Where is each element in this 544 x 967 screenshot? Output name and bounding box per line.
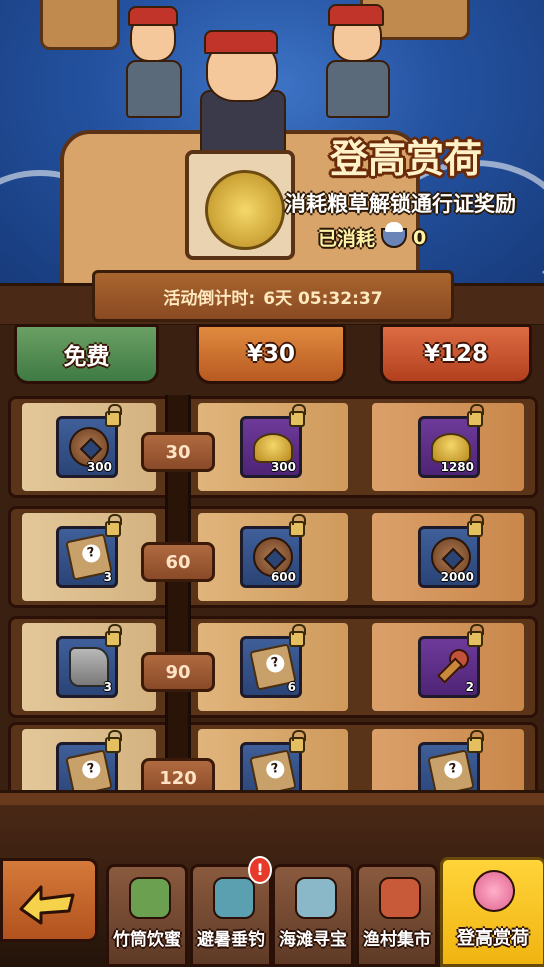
dragon-emblem-icon xyxy=(205,170,285,250)
lotus-icon xyxy=(473,870,515,912)
reward-item[interactable]: 3 xyxy=(56,514,122,588)
reward-item[interactable]: 600 xyxy=(240,514,306,588)
spent-value: 0 xyxy=(413,226,427,249)
reward-quantity: 3 xyxy=(103,680,112,694)
lock-icon xyxy=(105,404,122,427)
tab-bamboo-honey[interactable]: 竹筒饮蜜 xyxy=(106,864,188,967)
spent-label: 已消耗 xyxy=(318,228,376,250)
tier1-track-header[interactable]: ¥30 xyxy=(196,324,346,384)
countdown-label: 活动倒计时: xyxy=(163,288,256,309)
reward-quantity: 2 xyxy=(465,680,474,694)
event-subtitle: 消耗粮草解锁通行证奖励 xyxy=(285,192,516,216)
tab-label: 竹筒饮蜜 xyxy=(113,930,181,950)
tab-label: 海滩寻宝 xyxy=(279,930,347,950)
reward-quantity: 1280 xyxy=(440,460,474,474)
fishing-icon xyxy=(213,877,255,919)
lock-icon xyxy=(467,624,484,647)
reward-item[interactable]: 300 xyxy=(240,404,306,478)
countdown-value: 6天 05:32:37 xyxy=(263,288,383,309)
lock-icon xyxy=(289,624,306,647)
bamboo-honey-icon xyxy=(129,877,171,919)
reward-quantity: 6 xyxy=(287,680,296,694)
countdown-plaque: 活动倒计时: 6天 05:32:37 xyxy=(92,270,454,322)
reward-item[interactable]: 300 xyxy=(56,404,122,478)
lock-icon xyxy=(467,404,484,427)
lock-icon xyxy=(105,624,122,647)
tab-label: 避暑垂钓 xyxy=(197,930,265,950)
level-marker: 30 xyxy=(141,432,215,472)
back-button[interactable] xyxy=(0,858,98,942)
gold-ingot-icon xyxy=(253,433,293,463)
reward-item[interactable]: 6 xyxy=(240,624,306,698)
event-banner: 登高赏荷 消耗粮草解锁通行证奖励 已消耗 0 xyxy=(0,0,544,290)
reward-quantity: 3 xyxy=(103,570,112,584)
shell-pearl-icon xyxy=(295,877,337,919)
reward-item[interactable]: 2000 xyxy=(418,514,484,588)
tab-lotus[interactable]: 登高赏荷 xyxy=(440,857,544,967)
free-track-header: 免费 xyxy=(14,324,159,384)
lock-icon xyxy=(289,730,306,753)
tier2-track-header[interactable]: ¥128 xyxy=(380,324,532,384)
event-title: 登高赏荷 xyxy=(329,137,482,181)
reward-item[interactable]: 1280 xyxy=(418,404,484,478)
reward-quantity: 300 xyxy=(86,460,112,474)
tab-shell-pearl[interactable]: 海滩寻宝 xyxy=(272,864,354,967)
level-marker: 60 xyxy=(141,542,215,582)
spent-counter: 已消耗 0 xyxy=(318,221,427,251)
lock-icon xyxy=(289,514,306,537)
back-arrow-icon xyxy=(19,885,75,925)
lock-icon xyxy=(289,404,306,427)
reward-quantity: 300 xyxy=(270,460,296,474)
reward-item[interactable]: 2 xyxy=(418,624,484,698)
alert-badge-icon: ! xyxy=(248,856,272,884)
gold-ingot-icon xyxy=(431,433,471,463)
reward-quantity: 600 xyxy=(270,570,296,584)
rice-bowl-icon xyxy=(381,221,408,248)
tier2-price-label: ¥128 xyxy=(423,341,488,367)
tab-label: 渔村集市 xyxy=(363,930,431,950)
reward-quantity: 2000 xyxy=(440,570,474,584)
background-ship xyxy=(40,0,120,50)
lock-icon xyxy=(105,730,122,753)
lock-icon xyxy=(467,730,484,753)
tab-market[interactable]: 渔村集市 xyxy=(356,864,438,967)
tab-label: 登高赏荷 xyxy=(457,928,529,949)
level-marker: 90 xyxy=(141,652,215,692)
lock-icon xyxy=(105,514,122,537)
tier1-price-label: ¥30 xyxy=(246,341,295,367)
market-icon xyxy=(379,877,421,919)
reward-item[interactable]: 3 xyxy=(56,624,122,698)
lock-icon xyxy=(467,514,484,537)
free-track-label: 免费 xyxy=(63,344,110,370)
